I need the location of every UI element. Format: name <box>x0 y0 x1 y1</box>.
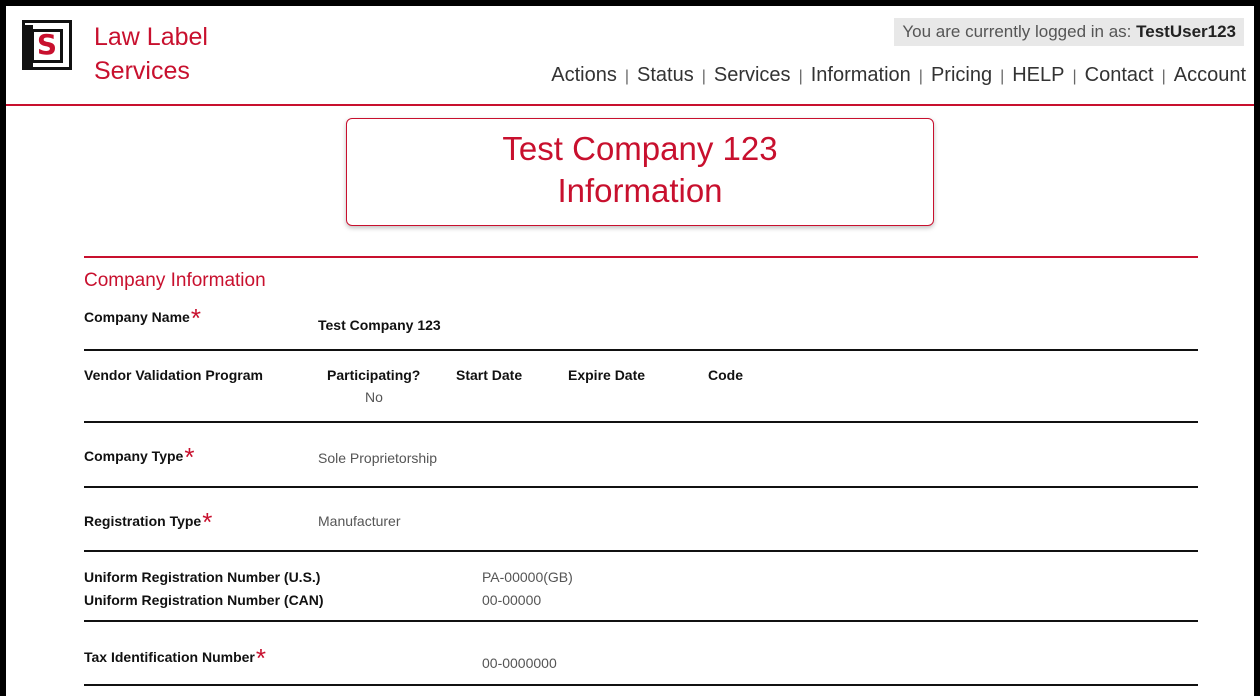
nav-separator: | <box>918 68 923 85</box>
required-asterisk-icon: * <box>184 442 195 472</box>
company-name-value: Test Company 123 <box>318 317 441 333</box>
brand-line-2: Services <box>94 57 190 85</box>
login-status: You are currently logged in as: TestUser… <box>894 18 1244 46</box>
tax-id-label-text: Tax Identification Number <box>84 649 255 665</box>
company-type-label-text: Company Type <box>84 448 184 464</box>
nav-separator: | <box>798 68 803 85</box>
login-username: TestUser123 <box>1136 22 1236 41</box>
section-divider <box>84 256 1198 258</box>
row-divider <box>84 486 1198 488</box>
section-heading: Company Information <box>84 270 266 291</box>
vendor-col-code: Code <box>708 367 743 383</box>
nav-separator: | <box>1161 68 1166 85</box>
vendor-col-participating: Participating? <box>327 367 421 383</box>
registration-type-label: Registration Type* <box>84 509 212 535</box>
row-divider <box>84 421 1198 423</box>
company-type-label: Company Type* <box>84 444 194 470</box>
required-asterisk-icon: * <box>202 507 213 537</box>
nav-services[interactable]: Services <box>714 64 791 86</box>
nav-separator: | <box>701 68 706 85</box>
logo-letter: S <box>31 29 63 63</box>
brand-line-1: Law Label <box>94 23 208 51</box>
page-title-line-1: Test Company 123 <box>502 130 778 167</box>
registration-type-label-text: Registration Type <box>84 513 202 529</box>
nav-information[interactable]: Information <box>811 64 911 86</box>
vendor-participating-value: No <box>365 389 383 405</box>
row-divider <box>84 349 1198 351</box>
row-divider <box>84 620 1198 622</box>
main-nav: Actions | Status | Services | Information | Pric… <box>551 62 1246 90</box>
vendor-col-expire-date: Expire Date <box>568 367 646 383</box>
nav-contact[interactable]: Contact <box>1085 64 1154 86</box>
nav-separator: | <box>624 68 629 85</box>
nav-separator: | <box>1000 68 1005 85</box>
nav-pricing[interactable]: Pricing <box>931 64 992 86</box>
required-asterisk-icon: * <box>255 643 266 673</box>
nav-help[interactable]: HELP <box>1012 64 1064 86</box>
nav-separator: | <box>1072 68 1077 85</box>
tax-id-label: Tax Identification Number* <box>84 645 266 671</box>
nav-actions[interactable]: Actions <box>551 64 617 86</box>
vendor-col-start-date: Start Date <box>456 367 523 383</box>
company-name-label: Company Name* <box>84 305 201 331</box>
page-title-line-2: Information <box>557 172 723 209</box>
header-divider <box>6 104 1254 106</box>
vendor-program-label: Vendor Validation Program <box>84 367 263 383</box>
required-asterisk-icon: * <box>190 303 201 333</box>
row-divider <box>84 550 1198 552</box>
nav-account[interactable]: Account <box>1174 64 1246 86</box>
urn-us-label: Uniform Registration Number (U.S.) <box>84 569 321 585</box>
tax-id-value: 00-0000000 <box>482 655 557 671</box>
page-title-card: Test Company 123 Information <box>346 118 934 226</box>
urn-can-label: Uniform Registration Number (CAN) <box>84 592 324 608</box>
company-name-label-text: Company Name <box>84 309 190 325</box>
registration-type-value: Manufacturer <box>318 513 401 529</box>
urn-can-value: 00-00000 <box>482 592 542 608</box>
login-prefix: You are currently logged in as: <box>902 22 1132 41</box>
urn-us-value: PA-00000(GB) <box>482 569 573 585</box>
brand-name[interactable]: Law Label Services <box>94 20 208 88</box>
row-divider <box>84 684 1198 686</box>
company-type-value: Sole Proprietorship <box>318 450 438 466</box>
nav-status[interactable]: Status <box>637 64 694 86</box>
logo[interactable]: S <box>22 20 72 70</box>
